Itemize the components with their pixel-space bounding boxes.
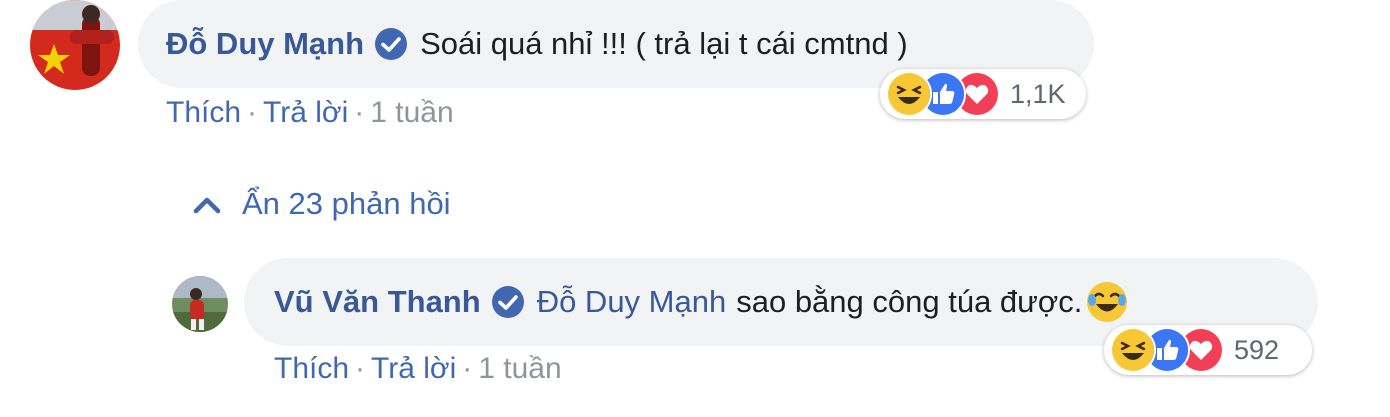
reply-action-link[interactable]: Trả lời	[371, 352, 456, 385]
verified-badge-icon	[374, 27, 408, 61]
reply-text: sao bằng công túa được.	[736, 284, 1083, 319]
mention-link[interactable]: Đỗ Duy Mạnh	[537, 284, 727, 320]
reply-author-avatar[interactable]	[172, 276, 228, 332]
like-action-link[interactable]: Thích	[166, 96, 241, 129]
tears-of-joy-emoji-icon	[1086, 281, 1128, 323]
comment-author-name[interactable]: Đỗ Duy Mạnh	[166, 26, 364, 62]
separator: ·	[354, 96, 365, 129]
hide-replies-label: Ẩn 23 phản hồi	[242, 186, 451, 221]
haha-icon	[1110, 327, 1156, 373]
reply-actions: Thích · Trả lời · 1 tuần	[274, 352, 562, 386]
separator: ·	[355, 352, 366, 385]
reaction-count: 1,1K	[1010, 78, 1066, 109]
commenter-avatar[interactable]	[30, 0, 120, 90]
verified-badge-icon	[491, 285, 525, 319]
separator: ·	[247, 96, 258, 129]
reply-action-link[interactable]: Trả lời	[263, 96, 348, 129]
reply-author-name[interactable]: Vũ Văn Thanh	[274, 284, 481, 320]
comment-text: Soái quá nhỉ !!! ( trả lại t cái cmtnd )	[420, 26, 908, 61]
like-action-link[interactable]: Thích	[274, 352, 349, 385]
hide-replies-toggle[interactable]: Ẩn 23 phản hồi	[192, 186, 451, 222]
reaction-count: 592	[1234, 334, 1280, 365]
separator: ·	[462, 352, 473, 385]
chevron-up-icon	[192, 193, 222, 215]
reply-timestamp[interactable]: 1 tuần	[478, 352, 561, 385]
reactions-summary[interactable]: 1,1K	[880, 69, 1086, 119]
comment-timestamp[interactable]: 1 tuần	[370, 96, 453, 129]
reactions-summary[interactable]: 592	[1104, 325, 1312, 375]
haha-icon	[886, 71, 932, 117]
comment-actions: Thích · Trả lời · 1 tuần	[166, 96, 454, 130]
